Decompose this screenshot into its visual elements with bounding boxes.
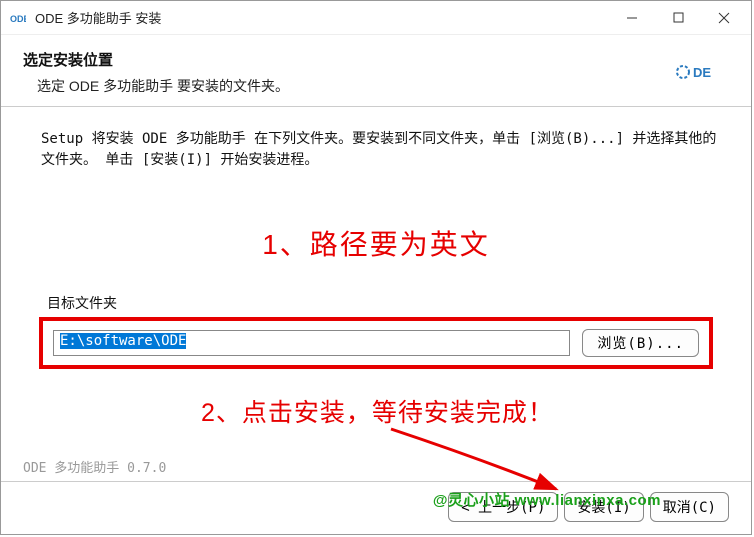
version-text: ODE 多功能助手 0.7.0 <box>23 457 166 476</box>
header-section: 选定安装位置 选定 ODE 多功能助手 要安装的文件夹。 DE <box>1 35 751 107</box>
annotation-note-1: 1、路径要为英文 <box>1 223 751 263</box>
window-title: ODE 多功能助手 安装 <box>35 8 609 27</box>
svg-text:DE: DE <box>693 65 711 80</box>
setup-instructions: Setup 将安装 ODE 多功能助手 在下列文件夹。要安装到不同文件夹，单击 … <box>41 129 725 171</box>
install-path-value: E:\software\ODE <box>60 333 186 349</box>
annotation-arrow-icon <box>381 419 581 499</box>
destination-label: 目标文件夹 <box>39 293 713 313</box>
cancel-button[interactable]: 取消(C) <box>650 492 729 522</box>
titlebar: ODE ODE 多功能助手 安装 <box>1 1 751 35</box>
maximize-button[interactable] <box>655 3 701 33</box>
content-area: Setup 将安装 ODE 多功能助手 在下列文件夹。要安装到不同文件夹，单击 … <box>1 107 751 179</box>
ode-logo-icon: DE <box>675 63 721 81</box>
minimize-button[interactable] <box>609 3 655 33</box>
install-path-input[interactable]: E:\software\ODE <box>53 330 570 356</box>
header-title: 选定安装位置 <box>23 49 729 70</box>
close-button[interactable] <box>701 3 747 33</box>
window-controls <box>609 3 747 33</box>
installer-window: ODE ODE 多功能助手 安装 选定安装位置 选定 ODE 多功能助手 要安装… <box>0 0 752 535</box>
annotation-note-2: 2、点击安装，等待安装完成！ <box>1 393 751 429</box>
footer-buttons: < 上一步(P) 安装(I) 取消(C) <box>448 492 729 522</box>
header-subtitle: 选定 ODE 多功能助手 要安装的文件夹。 <box>23 76 729 96</box>
back-button[interactable]: < 上一步(P) <box>448 492 558 522</box>
app-icon: ODE <box>9 9 27 27</box>
destination-section: 目标文件夹 E:\software\ODE 浏览(B)... <box>1 293 751 369</box>
destination-row: E:\software\ODE 浏览(B)... <box>39 317 713 369</box>
footer-divider <box>1 481 751 482</box>
svg-text:ODE: ODE <box>10 14 26 24</box>
browse-button[interactable]: 浏览(B)... <box>582 329 699 357</box>
install-button[interactable]: 安装(I) <box>564 492 643 522</box>
